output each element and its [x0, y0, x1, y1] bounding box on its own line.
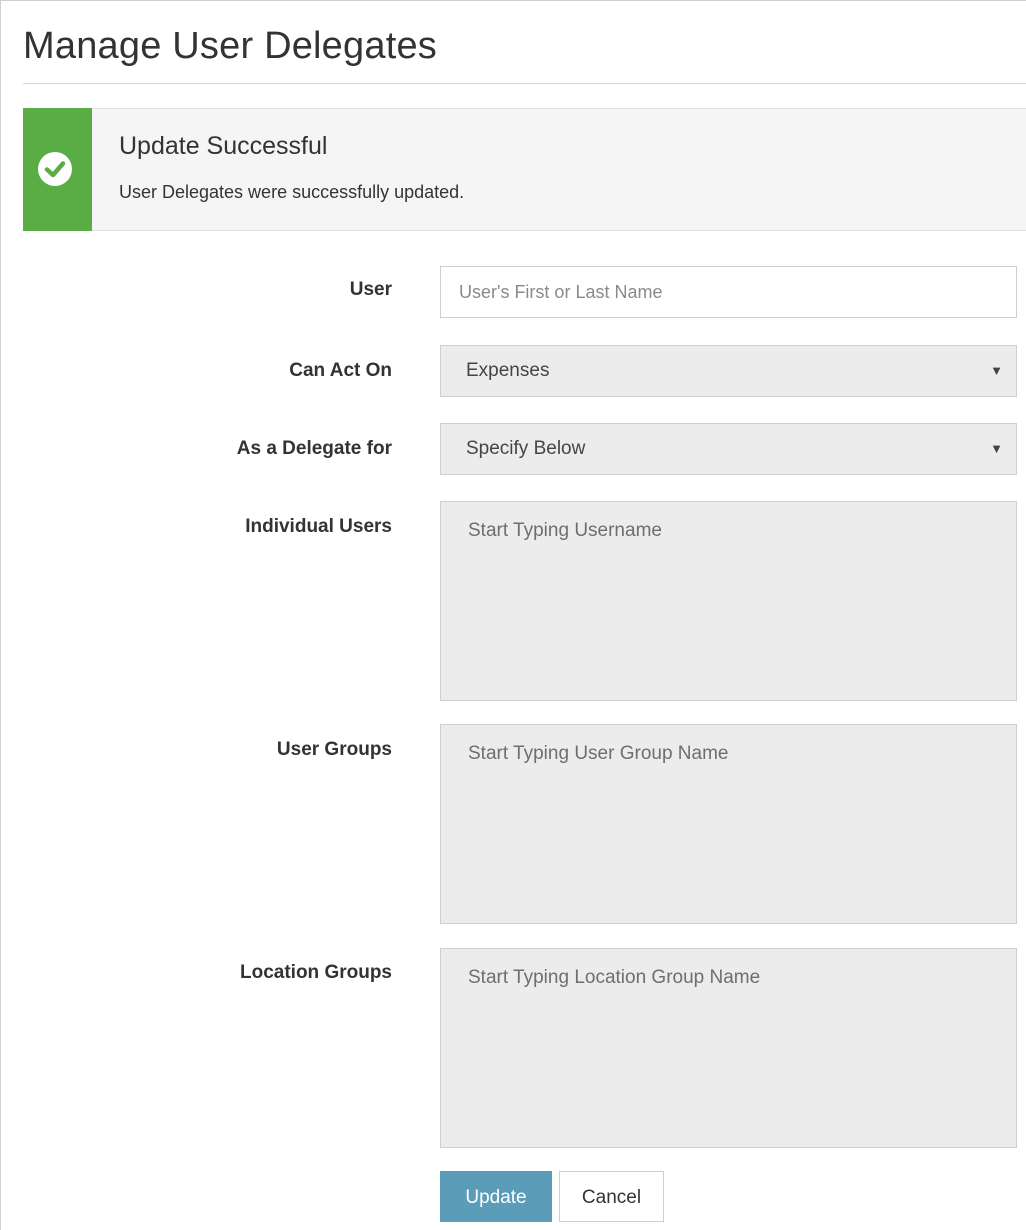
title-divider	[23, 83, 1026, 84]
delegate-for-selected-value: Specify Below	[466, 438, 586, 459]
can-act-on-select[interactable]: Expenses ▼	[440, 345, 1017, 397]
cancel-button[interactable]: Cancel	[559, 1171, 664, 1222]
user-label: User	[349, 279, 392, 300]
alert-status-bar	[23, 108, 92, 231]
check-circle-icon	[38, 152, 72, 186]
user-groups-label: User Groups	[276, 739, 392, 760]
individual-users-input[interactable]	[440, 501, 1017, 701]
page-title: Manage User Delegates	[23, 25, 437, 67]
can-act-on-selected-value: Expenses	[466, 360, 550, 381]
delegate-for-select[interactable]: Specify Below ▼	[440, 423, 1017, 475]
manage-user-delegates-page: Manage User Delegates Update Successful …	[0, 0, 1026, 1230]
dropdown-caret-icon: ▼	[990, 363, 1003, 378]
user-search-input[interactable]	[440, 266, 1017, 318]
alert-message: User Delegates were successfully updated…	[119, 182, 465, 202]
dropdown-caret-icon: ▼	[990, 441, 1003, 456]
individual-users-label: Individual Users	[245, 516, 392, 537]
success-alert: Update Successful User Delegates were su…	[23, 108, 1026, 231]
location-groups-input[interactable]	[440, 948, 1017, 1148]
user-groups-input[interactable]	[440, 724, 1017, 924]
can-act-on-label: Can Act On	[289, 360, 392, 381]
alert-title: Update Successful	[119, 132, 328, 160]
delegate-for-label: As a Delegate for	[236, 438, 392, 459]
location-groups-label: Location Groups	[240, 962, 392, 983]
update-button[interactable]: Update	[440, 1171, 552, 1222]
